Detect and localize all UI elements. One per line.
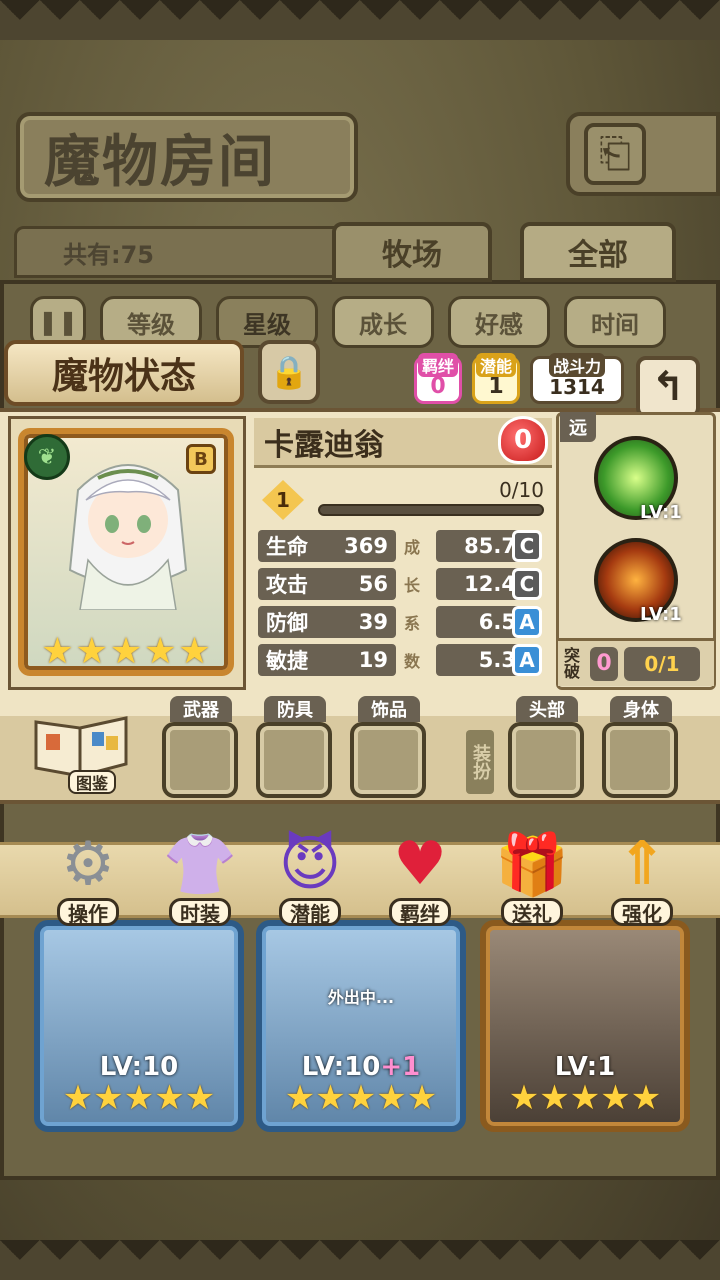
body-slot[interactable] [602, 722, 678, 798]
monster-count: 共有:75 [14, 226, 344, 278]
leaf-element-icon: ❦ [24, 434, 70, 480]
lock-button[interactable]: 🔒 [258, 340, 320, 404]
breakthrough-row: 突破 0 0/1 [558, 638, 714, 686]
exp-bar [318, 504, 544, 516]
gear-icon: ⚙ [61, 829, 115, 899]
armor-slot-label: 防具 [264, 696, 326, 722]
armor-slot[interactable] [256, 722, 332, 798]
stat-row-defense: 防御 39 系 6.5 A [258, 606, 546, 640]
growth-rank: A [512, 606, 542, 638]
growth-rank: C [512, 568, 542, 600]
monster-illustration [68, 464, 188, 610]
exp-text: 0/10 [499, 478, 544, 502]
range-tag: 远 [560, 412, 596, 442]
head-slot-label: 头部 [516, 696, 578, 722]
accessory-slot[interactable] [350, 722, 426, 798]
status-title: 魔物状态 [4, 340, 244, 406]
away-status: 外出中... [327, 988, 395, 1007]
outfit-icon: 👚 [162, 829, 238, 900]
return-icon: ⎗ [584, 123, 646, 185]
fire-skill-icon[interactable]: LV:1 [594, 538, 682, 625]
power-badge: 战斗力 1314 [530, 353, 624, 404]
potential-badge: 潜能 1 [472, 353, 520, 404]
card-stars: ★ ★ ★ ★ ★ [508, 1078, 662, 1118]
encyclopedia-button[interactable]: 图鉴 [32, 714, 130, 794]
demon-icon: 😈 [278, 829, 342, 899]
sort-time[interactable]: 时间 [564, 296, 666, 348]
stat-row-hp: 生命 369 成 85.7 C [258, 530, 546, 564]
sort-growth[interactable]: 成长 [332, 296, 434, 348]
monster-card[interactable]: LV:10 ★ ★ ★ ★ ★ [34, 920, 244, 1132]
stat-row-agility: 敏捷 19 数 5.3 A [258, 644, 546, 678]
gift-icon: 🎁 [494, 829, 570, 900]
card-stars: ★ ★ ★ ★ ★ [62, 1078, 216, 1118]
tab-all[interactable]: 全部 [520, 222, 676, 282]
stat-row-attack: 攻击 56 长 12.4 C [258, 568, 546, 602]
head-slot[interactable] [508, 722, 584, 798]
bond-button[interactable]: ♥ 羁绊 [368, 824, 472, 932]
page-title: 魔物房间 [16, 112, 358, 202]
growth-rank: A [512, 644, 542, 676]
upgrade-button[interactable]: ⇑ 强化 [590, 824, 694, 932]
dress-label: 装扮 [466, 730, 494, 794]
hearts-icon: ♥ [393, 829, 447, 899]
accessory-slot-label: 饰品 [358, 696, 420, 722]
monster-card[interactable]: LV:1 ★ ★ ★ ★ ★ [480, 920, 690, 1132]
leaf-skill-icon[interactable]: LV:1 [594, 436, 682, 523]
potential-button[interactable]: 😈 潜能 [258, 824, 362, 932]
lock-icon: 🔒 [269, 353, 309, 391]
close-status-button[interactable]: ↰ [636, 356, 700, 418]
weapon-slot-label: 武器 [170, 696, 232, 722]
monster-card[interactable]: 外出中... LV:10+1 ★ ★ ★ ★ ★ [256, 920, 466, 1132]
operate-button[interactable]: ⚙ 操作 [36, 824, 140, 932]
upgrade-arrows-icon: ⇑ [616, 829, 668, 899]
top-border [0, 0, 720, 40]
back-arrow-icon: ↰ [651, 364, 685, 410]
body-slot-label: 身体 [610, 696, 672, 722]
card-stars: ★ ★ ★ ★ ★ [284, 1078, 438, 1118]
growth-rank: C [512, 530, 542, 562]
affection-heart: 0 [498, 416, 548, 464]
return-button[interactable]: ⎗ [566, 112, 720, 196]
book-icon [34, 716, 128, 778]
bottom-border [0, 1240, 720, 1280]
tab-ranch[interactable]: 牧场 [332, 222, 492, 282]
outfit-button[interactable]: 👚 时装 [148, 824, 252, 932]
gift-button[interactable]: 🎁 送礼 [480, 824, 584, 932]
sort-affection[interactable]: 好感 [448, 296, 550, 348]
bond-badge: 羁绊 0 [414, 353, 462, 404]
rarity-stars: ★ ★ ★ ★ ★ [41, 631, 211, 672]
grade-badge: B [186, 444, 216, 474]
weapon-slot[interactable] [162, 722, 238, 798]
